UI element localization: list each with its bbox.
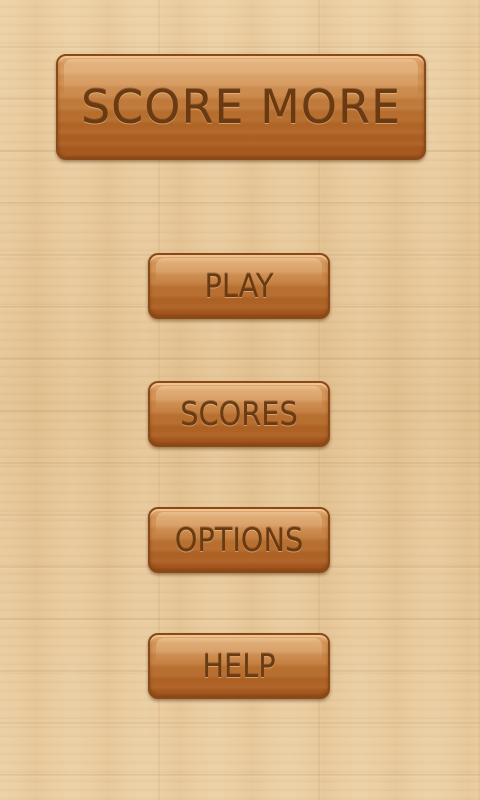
game-title-banner: SCORE MORE — [56, 54, 426, 160]
scores-button[interactable]: SCORES — [148, 381, 330, 447]
help-button-label: HELP — [202, 647, 276, 685]
scores-button-label: SCORES — [180, 395, 298, 433]
options-button[interactable]: OPTIONS — [148, 507, 330, 573]
game-title: SCORE MORE — [80, 80, 402, 134]
help-button[interactable]: HELP — [148, 633, 330, 699]
play-button-label: PLAY — [204, 267, 274, 305]
play-button[interactable]: PLAY — [148, 253, 330, 319]
options-button-label: OPTIONS — [174, 521, 304, 559]
